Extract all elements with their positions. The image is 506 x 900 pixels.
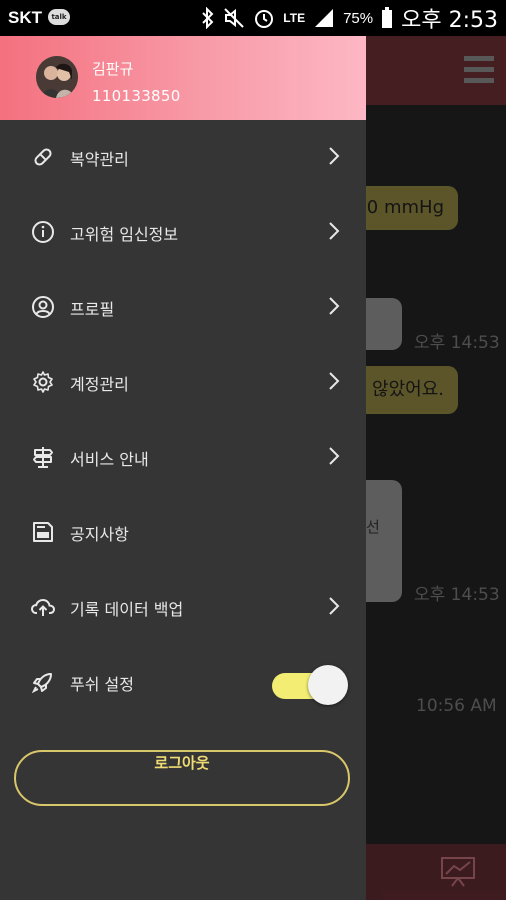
cloud-upload-icon xyxy=(31,595,55,619)
navigation-drawer: 김판규 110133850 복약관리 고위험 임신정보 프로필 계정관리 서비스… xyxy=(0,36,366,900)
menu-item-notice[interactable]: 공지사항 xyxy=(0,495,366,570)
menu-item-profile[interactable]: 프로필 xyxy=(0,270,366,345)
pill-icon xyxy=(31,145,55,169)
menu-item-medication[interactable]: 복약관리 xyxy=(0,120,366,195)
menu-item-account[interactable]: 계정관리 xyxy=(0,345,366,420)
menu-item-data-backup[interactable]: 기록 데이터 백업 xyxy=(0,570,366,645)
gear-icon xyxy=(31,370,55,394)
toggle-thumb xyxy=(308,665,348,705)
menu-item-label: 고위험 임신정보 xyxy=(70,225,179,244)
chevron-right-icon xyxy=(329,597,340,615)
push-toggle[interactable] xyxy=(272,665,348,705)
battery-icon xyxy=(382,7,393,28)
mute-icon xyxy=(224,8,245,28)
user-icon xyxy=(31,295,55,319)
chevron-right-icon xyxy=(329,222,340,240)
chevron-right-icon xyxy=(329,372,340,390)
status-bar: SKT talk LTE 75% 오후 2:53 xyxy=(0,0,506,36)
logout-button[interactable]: 로그아웃 xyxy=(14,750,350,806)
chevron-right-icon xyxy=(329,147,340,165)
menu-item-label: 공지사항 xyxy=(70,525,129,544)
profile-name: 김판규 xyxy=(92,60,134,78)
chevron-right-icon xyxy=(329,297,340,315)
signal-icon xyxy=(315,9,334,27)
menu-item-label: 서비스 안내 xyxy=(70,450,149,469)
notice-icon xyxy=(31,520,55,544)
avatar xyxy=(36,56,78,98)
menu-item-label: 기록 데이터 백업 xyxy=(70,600,184,619)
profile-header[interactable]: 김판규 110133850 xyxy=(0,36,366,120)
menu-item-label: 계정관리 xyxy=(70,375,129,394)
signpost-icon xyxy=(31,445,55,469)
chevron-right-icon xyxy=(329,447,340,465)
lte-indicator: LTE xyxy=(283,10,306,25)
clock: 오후 2:53 xyxy=(401,8,498,33)
profile-id: 110133850 xyxy=(92,87,181,105)
bluetooth-icon xyxy=(202,7,214,29)
menu-item-label: 푸쉬 설정 xyxy=(70,675,134,694)
menu-item-label: 복약관리 xyxy=(70,150,129,169)
menu-item-service-guide[interactable]: 서비스 안내 xyxy=(0,420,366,495)
rocket-icon xyxy=(31,670,55,694)
menu-item-high-risk-pregnancy[interactable]: 고위험 임신정보 xyxy=(0,195,366,270)
kakaotalk-icon: talk xyxy=(48,9,70,25)
info-icon xyxy=(31,220,55,244)
carrier-label: SKT xyxy=(8,8,42,27)
battery-percent: 75% xyxy=(343,9,374,27)
alarm-icon xyxy=(255,10,274,28)
menu-item-label: 프로필 xyxy=(70,300,115,319)
